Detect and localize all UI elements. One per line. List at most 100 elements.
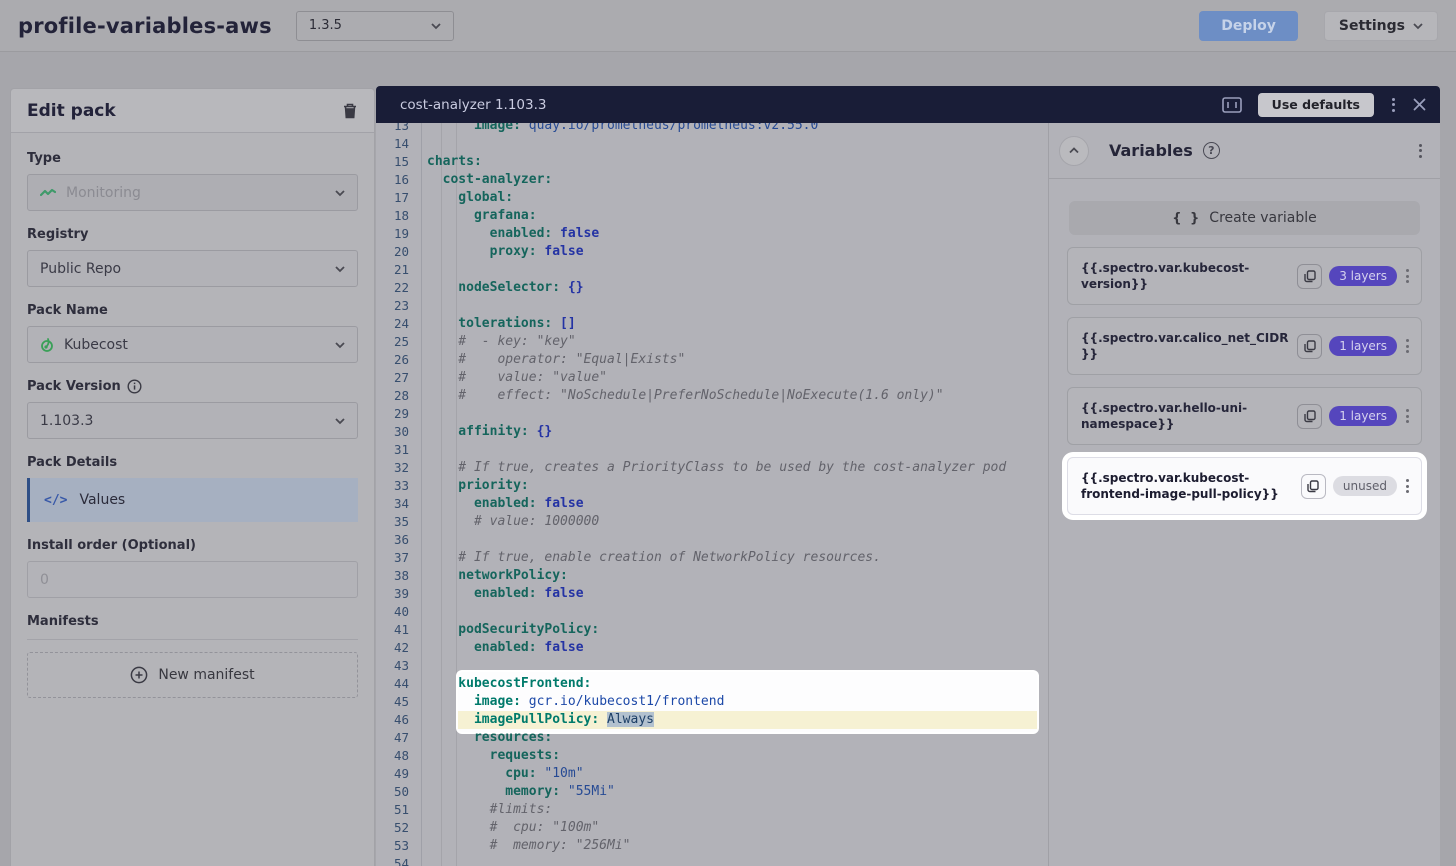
code-line[interactable]: 53 # memory: "256Mi" <box>376 837 1048 855</box>
code-line[interactable]: 29 <box>376 405 1048 423</box>
code-line[interactable]: 47 resources: <box>376 729 1048 747</box>
variable-row[interactable]: {{.spectro.var.kubecost-frontend-image-p… <box>1067 457 1422 515</box>
manifests-label: Manifests <box>27 614 358 629</box>
deploy-button[interactable]: Deploy <box>1199 11 1298 41</box>
code-line[interactable]: 41 podSecurityPolicy: <box>376 621 1048 639</box>
code-line[interactable]: 28 # effect: "NoSchedule|PreferNoSchedul… <box>376 387 1048 405</box>
code-line[interactable]: 49 cpu: "10m" <box>376 765 1048 783</box>
line-number: 25 <box>376 333 421 351</box>
code-icon: </> <box>44 493 67 508</box>
variable-more-menu[interactable] <box>1404 477 1411 495</box>
close-icon[interactable] <box>1413 98 1426 111</box>
line-number: 20 <box>376 243 421 261</box>
code-line[interactable]: 44 kubecostFrontend: <box>376 675 1048 693</box>
type-select[interactable]: Monitoring <box>27 174 358 211</box>
code-line[interactable]: 54 <box>376 855 1048 866</box>
variables-title: Variables <box>1109 141 1193 160</box>
line-number: 39 <box>376 585 421 603</box>
info-icon <box>127 379 142 394</box>
editor-title: cost-analyzer 1.103.3 <box>400 97 546 113</box>
diff-view-icon[interactable] <box>1222 97 1242 113</box>
code-line[interactable]: 38 networkPolicy: <box>376 567 1048 585</box>
line-number: 38 <box>376 567 421 585</box>
code-line[interactable]: 14 <box>376 135 1048 153</box>
code-line[interactable]: 35 # value: 1000000 <box>376 513 1048 531</box>
line-number: 13 <box>376 123 421 135</box>
code-line[interactable]: 42 enabled: false <box>376 639 1048 657</box>
code-line[interactable]: 22 nodeSelector: {} <box>376 279 1048 297</box>
code-line[interactable]: 31 <box>376 441 1048 459</box>
code-line[interactable]: 21 <box>376 261 1048 279</box>
code-line[interactable]: 36 <box>376 531 1048 549</box>
copy-icon[interactable] <box>1297 264 1322 289</box>
code-line[interactable]: 20 proxy: false <box>376 243 1048 261</box>
variable-row[interactable]: {{.spectro.var.calico_net_CIDR}}1 layers <box>1067 317 1422 375</box>
variables-more-menu[interactable] <box>1417 142 1424 160</box>
variable-name: {{.spectro.var.kubecost-version}} <box>1081 260 1290 292</box>
code-line[interactable]: 15charts: <box>376 153 1048 171</box>
code-line[interactable]: 34 enabled: false <box>376 495 1048 513</box>
variables-panel: Variables ? { } Create variable {{.spect… <box>1048 123 1440 866</box>
line-content: kubecostFrontend: <box>421 675 591 693</box>
copy-icon[interactable] <box>1297 404 1322 429</box>
new-manifest-button[interactable]: New manifest <box>27 652 358 698</box>
editor-header: cost-analyzer 1.103.3 Use defaults <box>376 86 1440 123</box>
install-order-label: Install order (Optional) <box>27 538 358 553</box>
settings-button[interactable]: Settings <box>1324 11 1438 41</box>
code-line[interactable]: 30 affinity: {} <box>376 423 1048 441</box>
pack-version-select[interactable]: 1.103.3 <box>27 402 358 439</box>
code-line[interactable]: 13 image: quay.io/prometheus/prometheus:… <box>376 123 1048 135</box>
variable-row[interactable]: {{.spectro.var.hello-uni-namespace}}1 la… <box>1067 387 1422 445</box>
code-line[interactable]: 52 # cpu: "100m" <box>376 819 1048 837</box>
braces-icon: { } <box>1172 211 1201 226</box>
code-line[interactable]: 17 global: <box>376 189 1048 207</box>
variable-more-menu[interactable] <box>1404 267 1411 285</box>
variable-more-menu[interactable] <box>1404 407 1411 425</box>
manifests-divider <box>27 639 358 640</box>
code-line[interactable]: 16 cost-analyzer: <box>376 171 1048 189</box>
code-line[interactable]: 50 memory: "55Mi" <box>376 783 1048 801</box>
pack-version-value: 1.103.3 <box>40 413 93 429</box>
code-line[interactable]: 19 enabled: false <box>376 225 1048 243</box>
code-line[interactable]: 45 image: gcr.io/kubecost1/frontend <box>376 693 1048 711</box>
use-defaults-button[interactable]: Use defaults <box>1258 93 1374 117</box>
collapse-panel-button[interactable] <box>1059 136 1089 166</box>
delete-pack-button[interactable] <box>342 102 358 120</box>
registry-select[interactable]: Public Repo <box>27 250 358 287</box>
line-content: # If true, creates a PriorityClass to be… <box>421 459 1006 477</box>
help-icon[interactable]: ? <box>1203 142 1220 159</box>
code-scroll-area[interactable]: 13 image: quay.io/prometheus/prometheus:… <box>376 123 1048 866</box>
code-line[interactable]: 32 # If true, creates a PriorityClass to… <box>376 459 1048 477</box>
pack-name-select[interactable]: Kubecost <box>27 326 358 363</box>
copy-icon[interactable] <box>1297 334 1322 359</box>
code-line[interactable]: 33 priority: <box>376 477 1048 495</box>
variable-more-menu[interactable] <box>1404 337 1411 355</box>
code-line[interactable]: 51 #limits: <box>376 801 1048 819</box>
line-number: 19 <box>376 225 421 243</box>
code-line[interactable]: 48 requests: <box>376 747 1048 765</box>
variable-name: {{.spectro.var.calico_net_CIDR}} <box>1081 330 1290 362</box>
pack-details-values-tab[interactable]: </> Values <box>27 478 358 522</box>
code-line[interactable]: 23 <box>376 297 1048 315</box>
code-line[interactable]: 39 enabled: false <box>376 585 1048 603</box>
code-line[interactable]: 24 tolerations: [] <box>376 315 1048 333</box>
code-line[interactable]: 18 grafana: <box>376 207 1048 225</box>
line-content: memory: "55Mi" <box>421 783 615 801</box>
line-number: 32 <box>376 459 421 477</box>
code-line[interactable]: 25 # - key: "key" <box>376 333 1048 351</box>
code-line[interactable]: 37 # If true, enable creation of Network… <box>376 549 1048 567</box>
code-line[interactable]: 46 imagePullPolicy: Always <box>376 711 1048 729</box>
profile-version-select[interactable]: 1.3.5 <box>296 11 454 41</box>
editor-more-menu[interactable] <box>1390 96 1397 114</box>
code-line[interactable]: 27 # value: "value" <box>376 369 1048 387</box>
code-line[interactable]: 26 # operator: "Equal|Exists" <box>376 351 1048 369</box>
create-variable-button[interactable]: { } Create variable <box>1069 201 1420 235</box>
code-line[interactable]: 43 <box>376 657 1048 675</box>
install-order-input[interactable] <box>27 561 358 598</box>
line-content: # value: 1000000 <box>421 513 599 531</box>
code-line[interactable]: 40 <box>376 603 1048 621</box>
copy-icon[interactable] <box>1301 474 1326 499</box>
variable-row[interactable]: {{.spectro.var.kubecost-version}}3 layer… <box>1067 247 1422 305</box>
line-number: 29 <box>376 405 421 423</box>
line-content: enabled: false <box>421 495 584 513</box>
